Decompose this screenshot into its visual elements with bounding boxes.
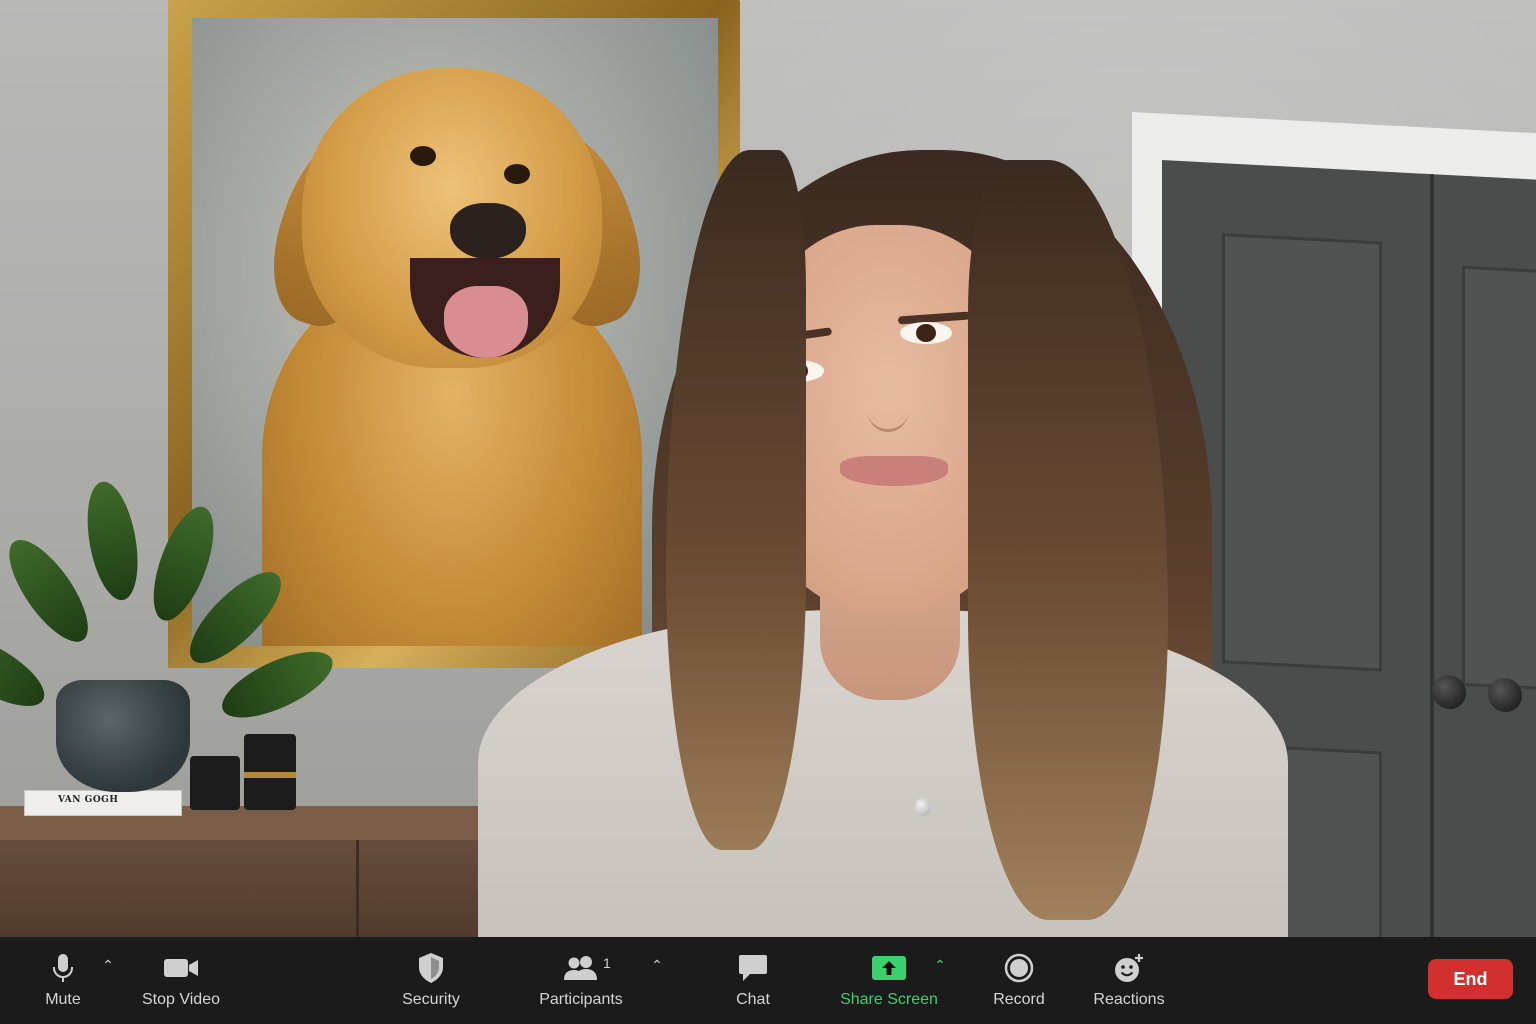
shield-icon (411, 951, 451, 985)
participants-icon (561, 951, 601, 985)
microphone-icon (43, 951, 83, 985)
participants-label: Participants (539, 991, 623, 1008)
share-options-caret[interactable]: ⌃ (930, 955, 950, 975)
record-icon (999, 951, 1039, 985)
mute-button[interactable]: Mute (30, 937, 96, 1024)
participants-count-badge: 1 (603, 955, 611, 971)
reactions-icon (1109, 951, 1149, 985)
reactions-label: Reactions (1093, 991, 1165, 1008)
security-label: Security (402, 991, 460, 1008)
security-button[interactable]: Security (396, 937, 466, 1024)
meeting-toolbar: Mute ⌃ Stop Video Security Participants … (0, 937, 1536, 1024)
share-screen-icon (869, 951, 909, 985)
candle (244, 734, 296, 810)
participants-button[interactable]: Participants (532, 937, 630, 1024)
stop-video-button[interactable]: Stop Video (136, 937, 226, 1024)
chat-bubble-icon (733, 951, 773, 985)
meeting-window: VAN GOGH Mute ⌃ Stop Video Security Part… (0, 0, 1536, 1024)
record-button[interactable]: Record (990, 937, 1048, 1024)
chat-button[interactable]: Chat (728, 937, 778, 1024)
mute-label: Mute (45, 991, 81, 1008)
record-label: Record (993, 991, 1045, 1008)
books-label: VAN GOGH (58, 795, 119, 805)
video-feed: VAN GOGH (0, 0, 1536, 937)
candle (190, 756, 240, 810)
plant-pot (56, 680, 190, 792)
stop-video-label: Stop Video (142, 991, 220, 1008)
share-screen-label: Share Screen (840, 991, 938, 1008)
audio-options-caret[interactable]: ⌃ (98, 955, 118, 975)
reactions-button[interactable]: Reactions (1090, 937, 1168, 1024)
end-meeting-button[interactable]: End (1428, 959, 1513, 999)
share-screen-button[interactable]: Share Screen (836, 937, 942, 1024)
video-camera-icon (161, 951, 201, 985)
participants-options-caret[interactable]: ⌃ (647, 955, 667, 975)
chat-label: Chat (736, 991, 770, 1008)
